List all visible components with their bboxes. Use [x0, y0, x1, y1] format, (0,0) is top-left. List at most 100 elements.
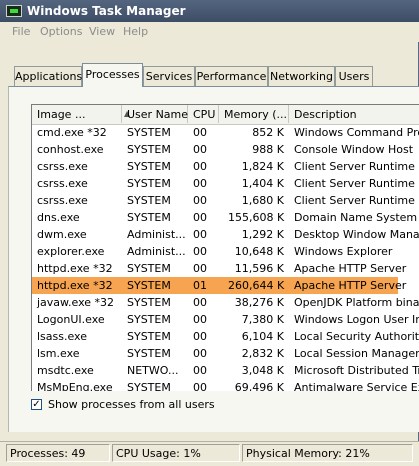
row-cpu: 00	[193, 126, 207, 139]
task-manager-window: Windows Task Manager File Options View H…	[0, 0, 419, 466]
row-user: SYSTEM	[127, 347, 171, 360]
row-user: Administ...	[127, 245, 186, 258]
table-row[interactable]: dns.exe SYSTEM 00 155,608 K Domain Name Syst…	[32, 209, 419, 226]
tab-users[interactable]: Users	[335, 66, 373, 86]
row-description: Local Session Manager Ser	[294, 347, 419, 360]
tab-processes[interactable]: Processes	[82, 63, 143, 87]
column-cpu[interactable]: CPU	[188, 105, 219, 123]
tab-networking[interactable]: Networking	[268, 66, 335, 86]
title-bar[interactable]: Windows Task Manager	[0, 0, 419, 22]
row-memory: 3,048 K	[241, 364, 284, 377]
row-cpu: 00	[193, 313, 207, 326]
row-user: SYSTEM	[127, 330, 171, 343]
table-row[interactable]: LogonUI.exe SYSTEM 00 7,380 K Windows Logon …	[32, 311, 419, 328]
column-memory[interactable]: Memory (...	[219, 105, 289, 123]
status-processes: Processes: 49	[6, 444, 110, 462]
row-memory: 988 K	[252, 143, 284, 156]
row-cpu: 00	[193, 245, 207, 258]
row-user: SYSTEM	[127, 262, 171, 275]
row-image: httpd.exe *32	[37, 262, 113, 275]
column-user-name[interactable]: User Name	[122, 105, 188, 123]
row-image: dwm.exe	[37, 228, 87, 241]
table-row[interactable]: dwm.exe Administ... 00 1,292 K Desktop Windo…	[32, 226, 419, 243]
row-memory: 69,496 K	[234, 381, 284, 391]
row-memory: 155,608 K	[228, 211, 285, 224]
row-image: csrss.exe	[37, 177, 88, 190]
status-cpu-usage: CPU Usage: 1%	[112, 444, 240, 462]
row-description: Client Server Runtime Pro	[294, 160, 419, 173]
row-memory: 6,104 K	[241, 330, 284, 343]
row-cpu: 00	[193, 160, 207, 173]
menu-help[interactable]: Help	[123, 25, 148, 38]
task-manager-icon	[6, 5, 22, 17]
row-memory: 1,404 K	[241, 177, 284, 190]
table-row[interactable]: lsm.exe SYSTEM 00 2,832 K Local Session Mana…	[32, 345, 419, 362]
row-description: Console Window Host	[294, 143, 414, 156]
tab-services[interactable]: Services	[143, 66, 195, 86]
table-row[interactable]: explorer.exe Administ... 00 10,648 K Windows…	[32, 243, 419, 260]
table-row[interactable]: MsMpEng.exe SYSTEM 00 69,496 K Antimalware S…	[32, 379, 419, 391]
row-cpu: 00	[193, 364, 207, 377]
row-user: Administ...	[127, 228, 186, 241]
row-memory: 1,292 K	[241, 228, 284, 241]
row-cpu: 00	[193, 211, 207, 224]
column-image-name[interactable]: Image ...	[32, 105, 122, 123]
row-description: Local Security Authority P	[294, 330, 419, 343]
window-title: Windows Task Manager	[27, 4, 186, 18]
row-description: Client Server Runtime Pro	[294, 194, 419, 207]
row-cpu: 00	[193, 228, 207, 241]
menu-options[interactable]: Options	[40, 25, 82, 38]
row-image: httpd.exe *32	[37, 279, 113, 292]
row-cpu: 00	[193, 330, 207, 343]
row-image: lsass.exe	[37, 330, 87, 343]
row-image: cmd.exe *32	[37, 126, 107, 139]
row-description: Windows Logon User Inter	[294, 313, 419, 326]
row-memory: 852 K	[252, 126, 284, 139]
table-row[interactable]: httpd.exe *32 SYSTEM 00 11,596 K Apache HTTP…	[32, 260, 419, 277]
table-row[interactable]: conhost.exe SYSTEM 00 988 K Console Window H…	[32, 141, 419, 158]
table-row[interactable]: csrss.exe SYSTEM 00 1,824 K Client Server Ru…	[32, 158, 419, 175]
process-list[interactable]: Image ... ▲ User Name CPU Memory (... De…	[31, 104, 419, 391]
row-cpu: 00	[193, 177, 207, 190]
table-row[interactable]: csrss.exe SYSTEM 00 1,404 K Client Server Ru…	[32, 175, 419, 192]
row-user: SYSTEM	[127, 381, 171, 391]
menu-file[interactable]: File	[12, 25, 30, 38]
row-cpu: 00	[193, 347, 207, 360]
row-description: Microsoft Distributed Tran	[294, 364, 419, 377]
row-memory: 1,824 K	[241, 160, 284, 173]
row-user: SYSTEM	[127, 143, 171, 156]
table-row[interactable]: msdtc.exe NETWO... 00 3,048 K Microsoft Dist…	[32, 362, 419, 379]
row-cpu: 00	[193, 262, 207, 275]
row-image: LogonUI.exe	[37, 313, 105, 326]
row-image: lsm.exe	[37, 347, 80, 360]
column-image-name-label: Image ...	[37, 108, 86, 121]
row-memory: 260,644 K	[228, 279, 285, 292]
row-description: Apache HTTP Server	[294, 262, 407, 275]
row-user: SYSTEM	[127, 160, 171, 173]
table-row-selected[interactable]: httpd.exe *32 SYSTEM 01 260,644 K Apache HTT…	[32, 277, 406, 294]
row-memory: 1,680 K	[241, 194, 284, 207]
row-cpu: 00	[193, 296, 207, 309]
show-all-users-checkbox[interactable]: ✓	[31, 399, 42, 410]
table-row[interactable]: cmd.exe *32 SYSTEM 00 852 K Windows Command …	[32, 124, 419, 141]
column-description[interactable]: Description	[289, 105, 419, 123]
table-row[interactable]: csrss.exe SYSTEM 00 1,680 K Client Server Ru…	[32, 192, 419, 209]
status-bar: Processes: 49 CPU Usage: 1% Physical Mem…	[0, 441, 419, 466]
row-user: SYSTEM	[127, 313, 171, 326]
row-memory: 11,596 K	[234, 262, 284, 275]
menu-view[interactable]: View	[89, 25, 115, 38]
row-user: SYSTEM	[127, 211, 171, 224]
row-user: SYSTEM	[127, 296, 171, 309]
row-image: csrss.exe	[37, 160, 88, 173]
row-memory: 38,276 K	[234, 296, 284, 309]
row-description: Antimalware Service Execu	[294, 381, 419, 391]
table-row[interactable]: javaw.exe *32 SYSTEM 00 38,276 K OpenJDK Pla…	[32, 294, 419, 311]
status-physical-memory: Physical Memory: 21%	[242, 444, 413, 462]
show-all-users-label[interactable]: Show processes from all users	[48, 398, 215, 411]
tab-applications[interactable]: Applications	[14, 66, 82, 86]
table-row[interactable]: lsass.exe SYSTEM 00 6,104 K Local Security A…	[32, 328, 419, 345]
tab-performance[interactable]: Performance	[195, 66, 268, 86]
row-image: MsMpEng.exe	[37, 381, 113, 391]
row-description: Windows Command Proces	[294, 126, 419, 139]
row-cpu: 00	[193, 143, 207, 156]
